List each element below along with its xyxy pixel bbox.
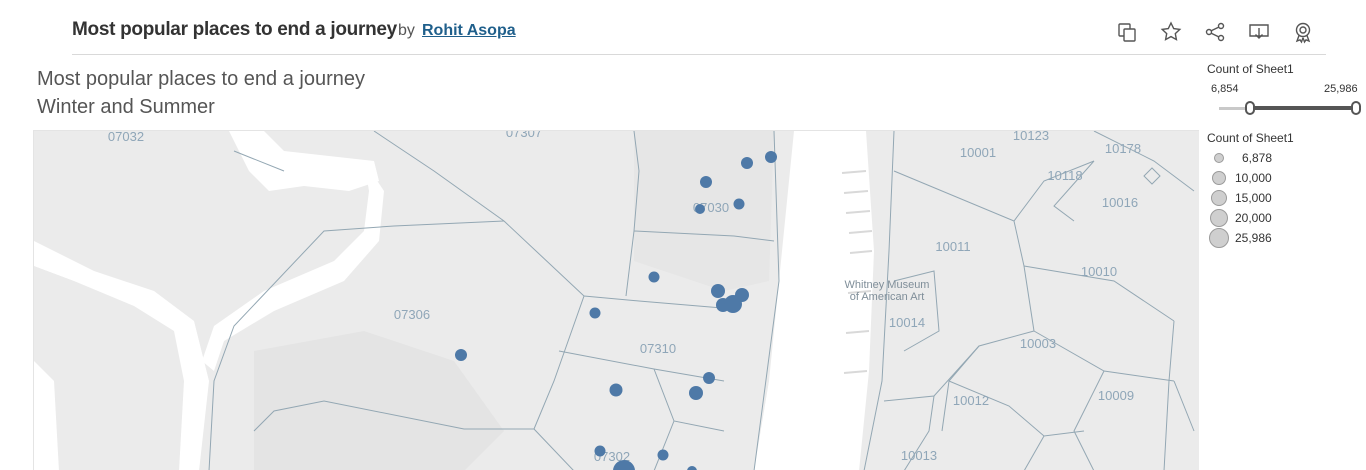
zip-label: 10001 bbox=[960, 145, 996, 160]
zip-label: 10016 bbox=[1102, 195, 1138, 210]
zip-label: 10014 bbox=[889, 315, 925, 330]
map-mark[interactable] bbox=[589, 307, 601, 319]
map-mark[interactable] bbox=[733, 198, 745, 210]
zip-label: 10012 bbox=[953, 393, 989, 408]
size-legend-item: 6,878 bbox=[1209, 149, 1359, 167]
zip-label: 07307 bbox=[506, 131, 542, 140]
sheet-subtitle: Winter and Summer bbox=[37, 96, 215, 118]
size-legend-item: 15,000 bbox=[1209, 189, 1359, 207]
zip-label: 10010 bbox=[1081, 264, 1117, 279]
zip-label: 10178 bbox=[1105, 141, 1141, 156]
zip-label: 10009 bbox=[1098, 388, 1134, 403]
map-mark[interactable] bbox=[648, 271, 660, 283]
share-icon[interactable] bbox=[1203, 20, 1227, 44]
map-mark[interactable] bbox=[455, 349, 467, 361]
filter-min: 6,854 bbox=[1211, 83, 1239, 95]
legend-circle bbox=[1210, 209, 1228, 227]
range-slider-max-handle[interactable] bbox=[1351, 101, 1361, 115]
filter-title: Count of Sheet1 bbox=[1207, 62, 1294, 76]
viz-title: Most popular places to end a journey bbox=[72, 19, 397, 40]
map-mark[interactable] bbox=[594, 445, 606, 457]
viz-header: Most popular places to end a journey by … bbox=[0, 0, 1366, 56]
duplicate-icon[interactable] bbox=[1115, 20, 1139, 44]
download-icon[interactable] bbox=[1247, 20, 1271, 44]
map-mark[interactable] bbox=[711, 284, 725, 298]
legend-circle bbox=[1211, 190, 1227, 206]
map-mark[interactable] bbox=[609, 383, 623, 397]
map-mark[interactable] bbox=[765, 151, 777, 163]
poi-label: Whitney Museum bbox=[845, 279, 930, 291]
zip-label: 10013 bbox=[901, 448, 937, 463]
size-legend-title: Count of Sheet1 bbox=[1207, 131, 1294, 145]
zip-label: 07032 bbox=[108, 131, 144, 144]
map-mark[interactable] bbox=[657, 449, 669, 461]
header-divider bbox=[72, 54, 1326, 55]
map-mark[interactable] bbox=[700, 176, 712, 188]
size-legend-item: 10,000 bbox=[1209, 169, 1359, 187]
sheet-title: Most popular places to end a journey bbox=[37, 68, 365, 90]
size-legend-item: 25,986 bbox=[1209, 228, 1359, 248]
range-slider-fill bbox=[1250, 106, 1357, 110]
zip-label: 10011 bbox=[935, 239, 970, 254]
size-legend-item: 20,000 bbox=[1209, 209, 1359, 227]
map-view[interactable]: 07032 07307 07030 07306 07310 07302 1012… bbox=[33, 130, 1199, 470]
zip-label: 07310 bbox=[640, 341, 676, 356]
legend-circle bbox=[1214, 153, 1224, 163]
star-icon[interactable] bbox=[1159, 20, 1183, 44]
legend-circle bbox=[1212, 171, 1226, 185]
zip-label: 10118 bbox=[1047, 168, 1082, 183]
map-mark[interactable] bbox=[695, 204, 705, 214]
zip-label: 07306 bbox=[394, 307, 430, 322]
zip-label: 10123 bbox=[1013, 131, 1049, 143]
poi-label: of American Art bbox=[850, 291, 925, 303]
byline-prefix: by bbox=[398, 22, 415, 39]
range-slider-min-handle[interactable] bbox=[1245, 101, 1255, 115]
badge-icon[interactable] bbox=[1291, 20, 1315, 44]
filter-max: 25,986 bbox=[1324, 83, 1358, 95]
map-mark[interactable] bbox=[724, 295, 742, 313]
map-mark[interactable] bbox=[703, 372, 715, 384]
map-canvas: 07032 07307 07030 07306 07310 07302 1012… bbox=[34, 131, 1199, 470]
author-link[interactable]: Rohit Asopa bbox=[422, 22, 516, 40]
zip-label: 10003 bbox=[1020, 336, 1056, 351]
map-mark[interactable] bbox=[741, 157, 753, 169]
legend-circle bbox=[1209, 228, 1229, 248]
map-mark[interactable] bbox=[689, 386, 703, 400]
